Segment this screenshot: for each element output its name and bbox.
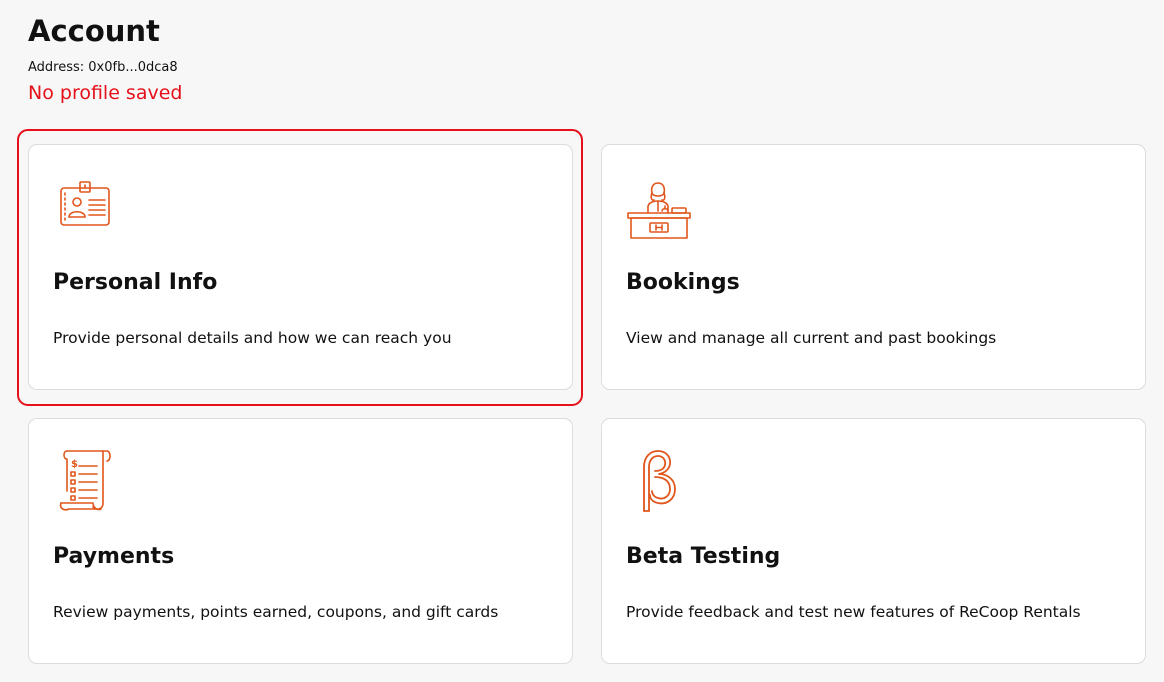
personal-info-description: Provide personal details and how we can … [53, 329, 452, 347]
payments-description: Review payments, points earned, coupons,… [53, 603, 499, 621]
payments-title: Payments [53, 544, 175, 569]
page-title: Account [28, 14, 160, 48]
account-header: Account Address: 0x0fb...0dca8 No profil… [28, 12, 182, 105]
personal-info-card[interactable]: Personal Info Provide personal details a… [28, 144, 573, 390]
payments-card[interactable]: $ Payments Review payments, points earne… [28, 418, 573, 664]
wallet-address: Address: 0x0fb...0dca8 [28, 60, 178, 75]
beta-icon [626, 445, 696, 515]
receipt-icon: $ [53, 445, 123, 515]
id-card-icon [53, 171, 123, 241]
svg-text:$: $ [71, 459, 78, 470]
account-page: Account Address: 0x0fb...0dca8 No profil… [0, 0, 1164, 682]
personal-info-title: Personal Info [53, 270, 218, 295]
beta-testing-title: Beta Testing [626, 544, 781, 569]
reception-desk-icon [626, 171, 696, 241]
beta-testing-description: Provide feedback and test new features o… [626, 603, 1081, 621]
bookings-description: View and manage all current and past boo… [626, 329, 997, 347]
bookings-title: Bookings [626, 270, 740, 295]
profile-status: No profile saved [28, 82, 183, 104]
bookings-card[interactable]: Bookings View and manage all current and… [601, 144, 1146, 390]
beta-testing-card[interactable]: Beta Testing Provide feedback and test n… [601, 418, 1146, 664]
